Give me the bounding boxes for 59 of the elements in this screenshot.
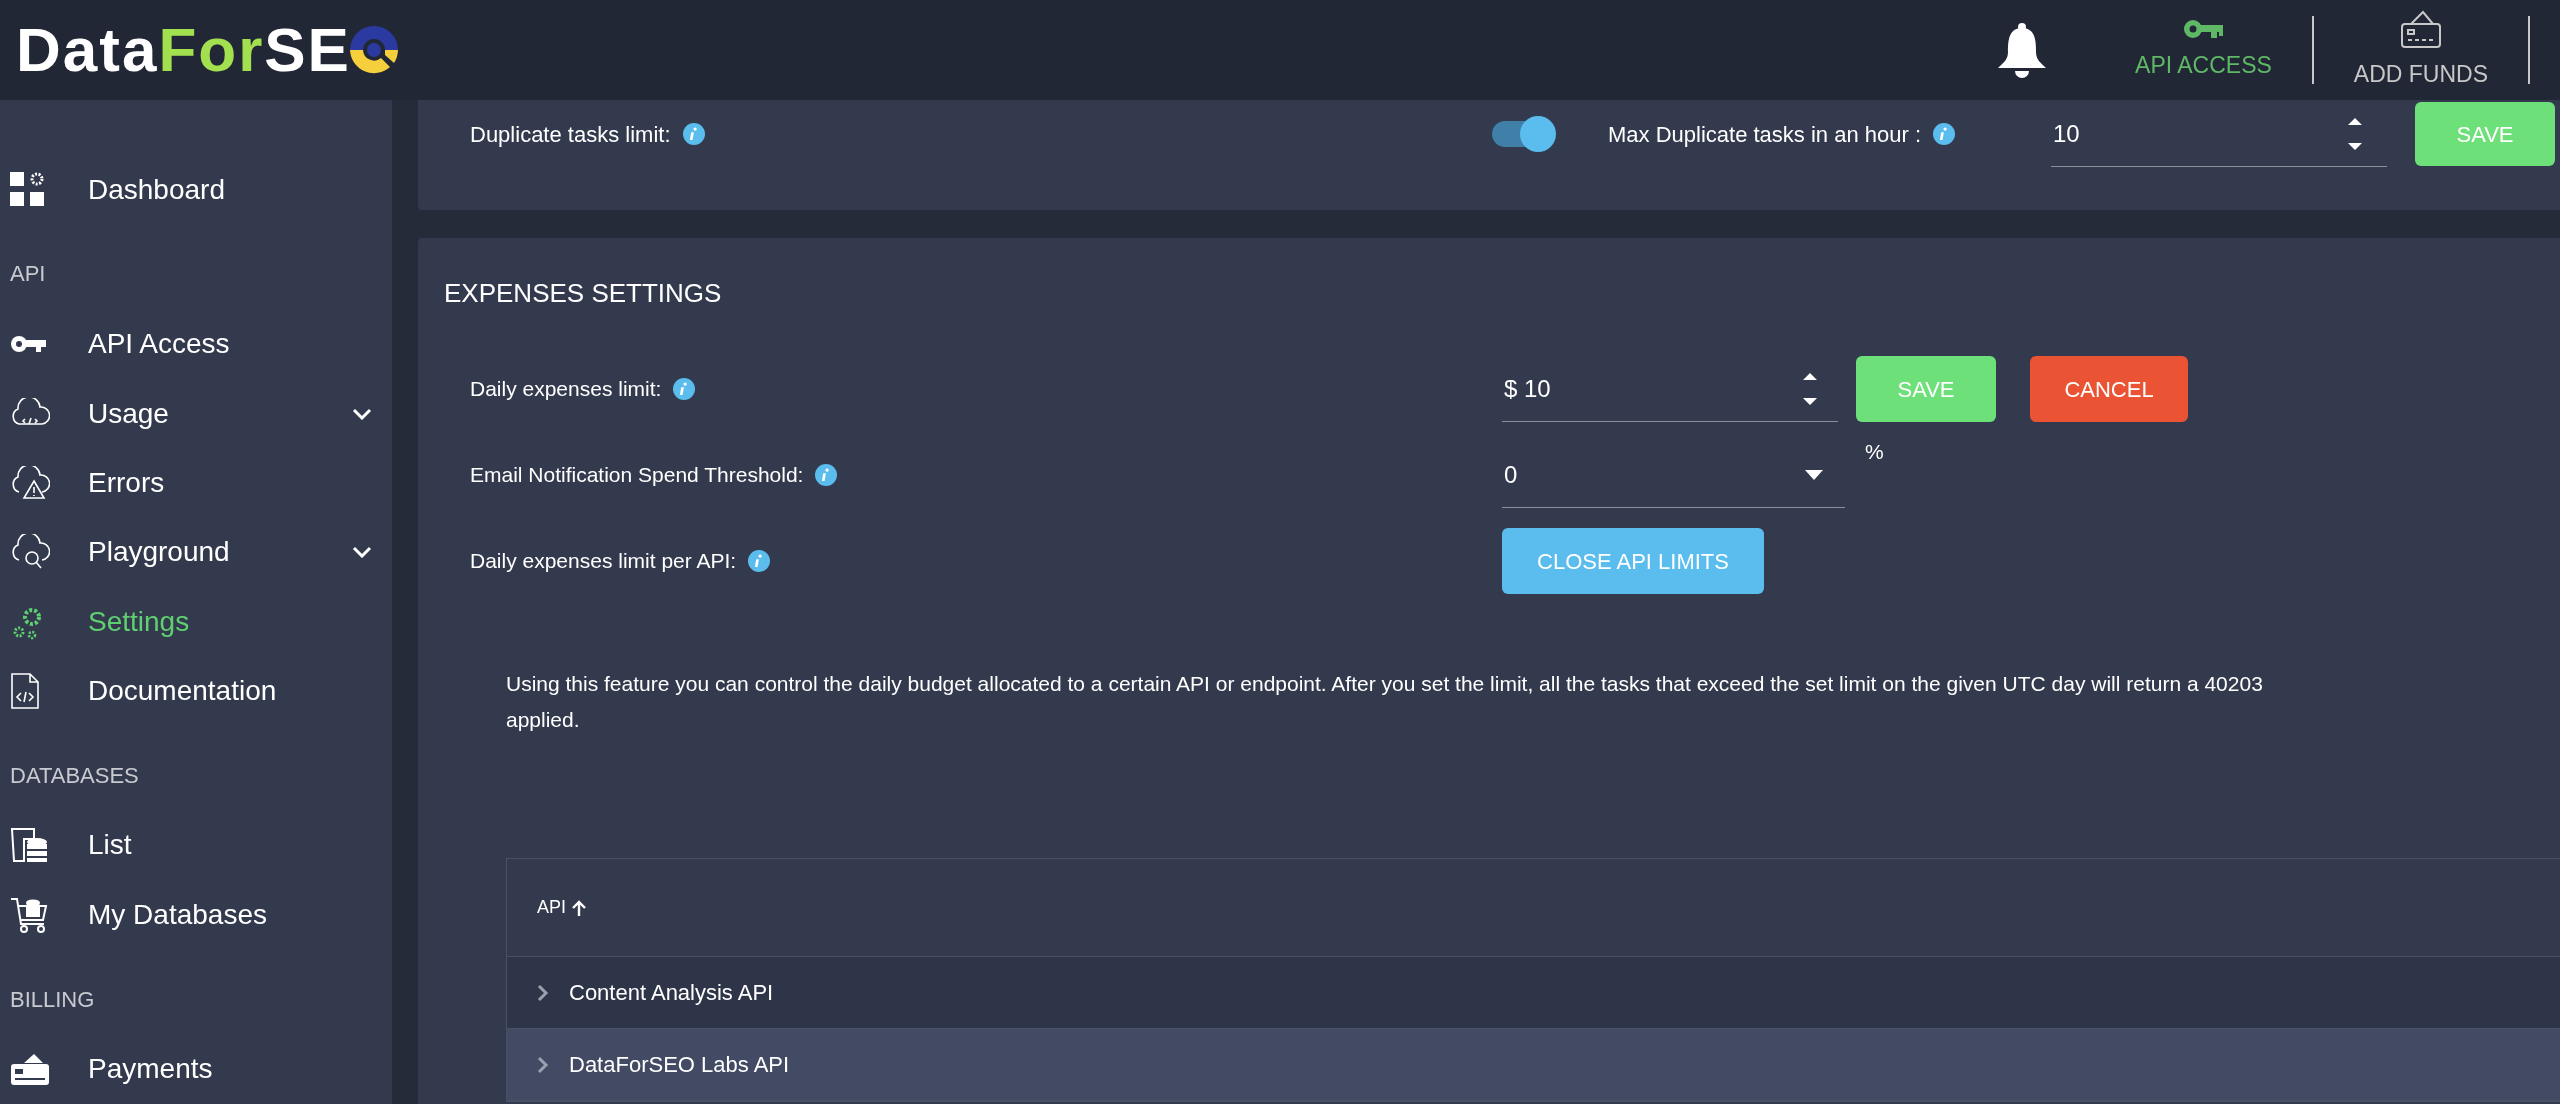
sidebar-item[interactable]: Errors	[0, 448, 392, 518]
sidebar-item[interactable]: Settings	[0, 586, 392, 657]
info-icon[interactable]	[1933, 123, 1956, 145]
chevron-down-icon[interactable]	[352, 546, 372, 559]
sidebar-item[interactable]: API Access	[0, 309, 392, 379]
cart-database-icon	[10, 895, 50, 934]
dashboard-icon	[10, 171, 46, 208]
payment-card-icon	[10, 1053, 50, 1086]
cancel-button[interactable]: CANCEL	[2030, 356, 2188, 422]
cloud-warning-icon	[10, 465, 50, 500]
field-label: Daily expenses limit:	[470, 376, 662, 403]
field-label: Max Duplicate tasks in an hour :	[1608, 120, 1922, 149]
spinner-icon[interactable]	[1802, 371, 1818, 406]
number-field[interactable]: 10	[2051, 101, 2387, 167]
logo[interactable]: DataForSE	[16, 19, 401, 81]
sidebar-item[interactable]: My Databases	[0, 880, 392, 950]
info-icon[interactable]	[682, 123, 705, 145]
chevron-down-icon[interactable]	[352, 407, 372, 420]
api-name: Content Analysis API	[569, 979, 774, 1007]
code-document-icon	[10, 671, 40, 710]
toggle-switch[interactable]	[1492, 114, 1556, 154]
chevron-right-icon[interactable]	[537, 1055, 549, 1074]
dropdown-field[interactable]: 0	[1502, 442, 1845, 508]
database-list-icon	[10, 827, 48, 864]
table-row[interactable]: Content Analysis API	[507, 957, 2560, 1029]
sort-arrow-icon	[572, 899, 586, 916]
spinner-icon[interactable]	[2347, 116, 2363, 151]
chevron-right-icon[interactable]	[537, 983, 549, 1002]
nav-button[interactable]: API ACCESS	[2095, 0, 2312, 100]
column-header[interactable]: API	[537, 894, 586, 921]
section-heading: API	[9, 260, 47, 289]
api-name: DataForSEO Labs API	[569, 1051, 790, 1079]
caret-down-icon[interactable]	[1805, 469, 1823, 480]
sidebar-item[interactable]: Documentation	[0, 656, 392, 726]
section-title: EXPENSES SETTINGS	[444, 277, 723, 310]
section-heading: BILLING	[9, 985, 96, 1014]
number-field[interactable]: $ 10	[1502, 356, 1838, 422]
description-text: applied.	[506, 707, 581, 733]
sidebar-item[interactable]: Payments	[0, 1034, 392, 1104]
bell-icon[interactable]	[1997, 22, 2048, 78]
section-heading: DATABASES	[9, 761, 140, 790]
info-icon[interactable]	[673, 378, 696, 400]
nav-button[interactable]: ADD FUNDS	[2313, 0, 2528, 100]
unit-label: %	[1865, 439, 1884, 465]
sidebar-item[interactable]: List	[0, 810, 392, 881]
key-icon	[10, 334, 46, 355]
key-icon	[2183, 17, 2224, 40]
cloud-search-icon	[10, 534, 50, 571]
info-icon[interactable]	[748, 550, 771, 572]
card-icon	[2398, 8, 2443, 49]
sidebar-item[interactable]: Dashboard	[0, 155, 392, 225]
sidebar-item[interactable]: Playground	[0, 517, 392, 587]
info-icon[interactable]	[815, 464, 838, 486]
sidebar-item[interactable]: Usage	[0, 378, 392, 449]
field-label: Duplicate tasks limit:	[470, 120, 671, 149]
field-label: Daily expenses limit per API:	[470, 548, 737, 575]
field-label: Email Notification Spend Threshold:	[470, 462, 804, 489]
table-row[interactable]: DataForSEO Labs API	[507, 1029, 2560, 1101]
description-text: Using this feature you can control the daily budget allocated to a certain API or endpoint. After you set the limit, all the tasks that exceed the set limit on the given UTC day will return a 40203	[506, 671, 2264, 697]
